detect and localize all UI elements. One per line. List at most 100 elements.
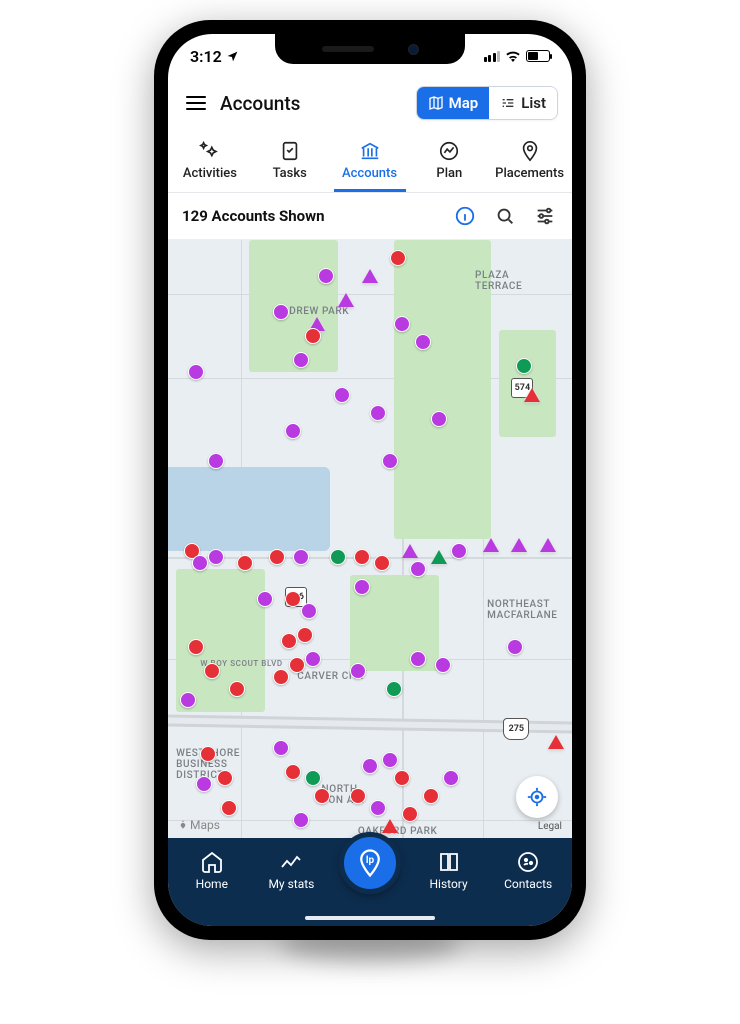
map-marker[interactable] (273, 304, 289, 320)
nav-history[interactable]: History (417, 846, 481, 891)
map-marker[interactable] (289, 657, 305, 673)
map-marker[interactable] (208, 453, 224, 469)
map-marker[interactable] (451, 543, 467, 559)
screen: 3:12 Accounts Map List (168, 34, 572, 926)
plan-icon (438, 140, 460, 162)
home-icon (200, 850, 224, 874)
legal-link[interactable]: Legal (538, 821, 562, 832)
map-marker[interactable] (548, 735, 564, 749)
map-marker[interactable] (305, 651, 321, 667)
map-marker[interactable] (443, 770, 459, 786)
map-view[interactable]: PLAZA TERRACE DREW PARK NORTHEAST MACFAR… (168, 240, 572, 838)
map-toggle-button[interactable]: Map (417, 87, 490, 119)
map-marker[interactable] (370, 405, 386, 421)
nav-my-stats[interactable]: My stats (259, 846, 323, 891)
fab-button[interactable]: lp (339, 832, 401, 894)
search-button[interactable] (492, 203, 518, 229)
map-marker[interactable] (516, 358, 532, 374)
map-label: DREW PARK (289, 306, 349, 317)
info-icon (454, 205, 476, 227)
map-marker[interactable] (297, 627, 313, 643)
map-marker[interactable] (483, 538, 499, 552)
map-marker[interactable] (511, 538, 527, 552)
lp-pin-icon: lp (355, 848, 385, 878)
map-marker[interactable] (435, 657, 451, 673)
map-marker[interactable] (334, 387, 350, 403)
map-marker[interactable] (285, 591, 301, 607)
map-marker[interactable] (281, 633, 297, 649)
map-marker[interactable] (192, 555, 208, 571)
map-marker[interactable] (285, 764, 301, 780)
map-marker[interactable] (305, 328, 321, 344)
nav-contacts[interactable]: Contacts (496, 846, 560, 891)
map-marker[interactable] (305, 770, 321, 786)
map-marker[interactable] (382, 819, 398, 833)
locate-button[interactable] (516, 776, 558, 818)
map-marker[interactable] (540, 538, 556, 552)
map-marker[interactable] (293, 549, 309, 565)
tab-tasks[interactable]: Tasks (254, 134, 326, 192)
map-marker[interactable] (354, 579, 370, 595)
map-marker[interactable] (354, 549, 370, 565)
map-marker[interactable] (200, 746, 216, 762)
map-marker[interactable] (382, 453, 398, 469)
map-marker[interactable] (410, 651, 426, 667)
map-marker[interactable] (431, 550, 447, 564)
filter-button[interactable] (532, 203, 558, 229)
tab-placements[interactable]: Placements (493, 134, 566, 192)
map-marker[interactable] (273, 669, 289, 685)
map-marker[interactable] (237, 555, 253, 571)
map-marker[interactable] (293, 352, 309, 368)
map-marker[interactable] (362, 269, 378, 283)
map-marker[interactable] (402, 544, 418, 558)
map-marker[interactable] (386, 681, 402, 697)
map-marker[interactable] (338, 293, 354, 307)
map-marker[interactable] (431, 411, 447, 427)
tab-accounts[interactable]: Accounts (334, 134, 406, 192)
map-marker[interactable] (217, 770, 233, 786)
nav-home[interactable]: Home (180, 846, 244, 891)
info-button[interactable] (452, 203, 478, 229)
map-marker[interactable] (196, 776, 212, 792)
map-marker[interactable] (330, 549, 346, 565)
header: Accounts Map List (168, 78, 572, 128)
map-marker[interactable] (394, 316, 410, 332)
map-marker[interactable] (208, 549, 224, 565)
map-marker[interactable] (293, 812, 309, 828)
map-marker[interactable] (394, 770, 410, 786)
map-marker[interactable] (362, 758, 378, 774)
map-marker[interactable] (318, 268, 334, 284)
map-marker[interactable] (410, 561, 426, 577)
map-marker[interactable] (188, 639, 204, 655)
tab-activities[interactable]: Activities (174, 134, 246, 192)
map-marker[interactable] (423, 788, 439, 804)
map-marker[interactable] (188, 364, 204, 380)
map-marker[interactable] (180, 692, 196, 708)
map-marker[interactable] (301, 603, 317, 619)
map-marker[interactable] (382, 752, 398, 768)
map-marker[interactable] (314, 788, 330, 804)
page-title: Accounts (220, 92, 406, 115)
map-marker[interactable] (221, 800, 237, 816)
map-marker[interactable] (524, 388, 540, 402)
map-marker[interactable] (507, 639, 523, 655)
home-indicator[interactable] (305, 916, 435, 920)
map-marker[interactable] (269, 549, 285, 565)
tab-plan[interactable]: Plan (413, 134, 485, 192)
phone-frame: 3:12 Accounts Map List (154, 20, 586, 940)
map-marker[interactable] (350, 663, 366, 679)
map-marker[interactable] (285, 423, 301, 439)
map-marker[interactable] (402, 806, 418, 822)
map-marker[interactable] (229, 681, 245, 697)
map-marker[interactable] (370, 800, 386, 816)
highway-shield: 275 (503, 718, 529, 740)
map-marker[interactable] (390, 250, 406, 266)
map-marker[interactable] (374, 555, 390, 571)
map-marker[interactable] (204, 663, 220, 679)
map-marker[interactable] (415, 334, 431, 350)
list-toggle-button[interactable]: List (489, 87, 557, 119)
map-marker[interactable] (257, 591, 273, 607)
menu-button[interactable] (182, 92, 210, 115)
map-marker[interactable] (350, 788, 366, 804)
map-marker[interactable] (273, 740, 289, 756)
